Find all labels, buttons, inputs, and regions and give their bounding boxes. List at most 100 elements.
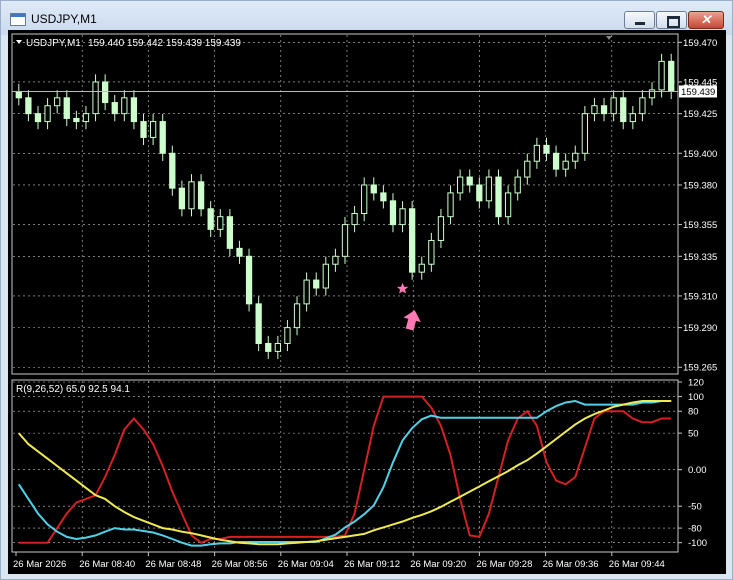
indicator-tick-label: 100 [688,392,704,403]
candle-body [562,160,569,170]
candle-body [485,176,493,202]
candle-body [178,187,186,210]
candle-body [274,342,281,352]
time-tick-label: 26 Mar 09:12 [344,559,400,570]
candle-body [524,160,531,178]
candle-body [284,327,291,344]
candle-body [149,121,157,138]
price-tick-label: 159.380 [683,180,717,191]
candle-body [303,279,310,305]
maximize-icon [667,16,680,28]
candle-body [476,184,483,202]
candle-body [581,113,588,154]
time-tick-label: 26 Mar 08:40 [79,559,135,570]
candle-body [140,121,147,138]
candle-body [293,303,301,329]
price-tick-label: 159.400 [683,149,717,160]
candle-body [620,97,627,123]
maximize-button[interactable] [656,11,687,29]
indicator-tick-label: -80 [688,524,702,535]
candle-body [34,113,42,123]
candle-body [92,81,99,115]
indicator-tick-label: 120 [688,378,704,389]
candle-body [495,176,502,218]
candle-body [351,213,358,226]
ohlc-label: 159.440 159.442 159.439 159.439 [88,38,241,49]
time-tick-label: 26 Mar 08:56 [212,559,268,570]
time-tick-label: 26 Mar 2026 [13,559,66,570]
price-tick-label: 159.355 [683,220,717,231]
candle-body [399,208,406,226]
chart-window-icon [10,13,26,26]
candle-body [466,176,473,186]
candle-body [600,105,608,115]
minimize-icon [635,22,645,25]
indicator-tick-label: 50 [688,429,699,440]
price-tick-label: 159.470 [683,38,717,49]
minimize-button[interactable] [624,11,655,29]
candle-body [332,255,339,265]
candle-body [255,303,262,344]
candle-body [188,181,195,210]
candle-body [447,192,454,218]
time-tick-label: 26 Mar 09:28 [476,559,532,570]
candle-body [437,216,445,241]
candle-body [111,102,118,115]
time-tick-label: 26 Mar 09:04 [278,559,334,570]
candle-body [341,224,349,257]
candle-body [63,97,70,119]
candle-body [265,342,272,352]
candle-body [236,247,243,257]
candle-body [102,81,109,104]
candle-body [543,144,550,154]
candle-body [409,208,416,273]
candle-body [15,90,22,99]
candle-body [629,113,636,123]
candle-body [380,192,387,202]
candle-body [82,113,90,123]
candle-body [639,97,646,115]
candle-body [322,263,329,289]
price-tick-label: 159.265 [683,363,717,374]
candle-body [389,200,397,226]
candle-body [610,97,617,115]
candle-body [533,144,541,162]
candle-body [504,192,512,218]
candle-body [217,216,224,230]
time-tick-label: 26 Mar 09:36 [543,559,599,570]
candle-body [226,216,234,249]
close-icon: ✕ [700,12,712,27]
candle-body [361,184,368,215]
indicator-tick-label: 0.00 [688,465,707,476]
current-price-label: 159.439 [681,87,715,98]
time-tick-label: 26 Mar 09:20 [410,559,466,570]
candle-body [658,60,665,91]
candle-body [130,97,138,123]
chart-area[interactable]: 159.470159.445159.425159.400159.380159.3… [8,30,726,574]
time-tick-label: 26 Mar 09:44 [609,559,665,570]
candle-body [159,121,166,154]
candle-body [121,97,128,115]
candle-body [54,97,61,107]
price-tick-label: 159.425 [683,109,717,120]
candle-body [169,152,176,189]
indicator-tick-label: -50 [688,502,702,513]
window-title: USDJPY,M1 [31,12,97,26]
candle-body [552,152,560,170]
candle-body [668,60,675,92]
candle-body [572,152,579,162]
time-tick-label: 26 Mar 08:48 [145,559,201,570]
indicator-tick-label: -100 [688,538,707,549]
candle-body [245,255,253,305]
candle-body [197,181,205,210]
candle-body [514,176,521,194]
candle-body [44,105,51,123]
candle-body [456,176,464,194]
symbol-label: USDJPY,M1 [26,38,81,49]
close-button[interactable]: ✕ [688,11,724,29]
candle-body [25,97,32,115]
candle-body [313,279,320,289]
candle-body [428,239,435,265]
price-tick-label: 159.335 [683,252,717,263]
candle-body [207,208,214,230]
